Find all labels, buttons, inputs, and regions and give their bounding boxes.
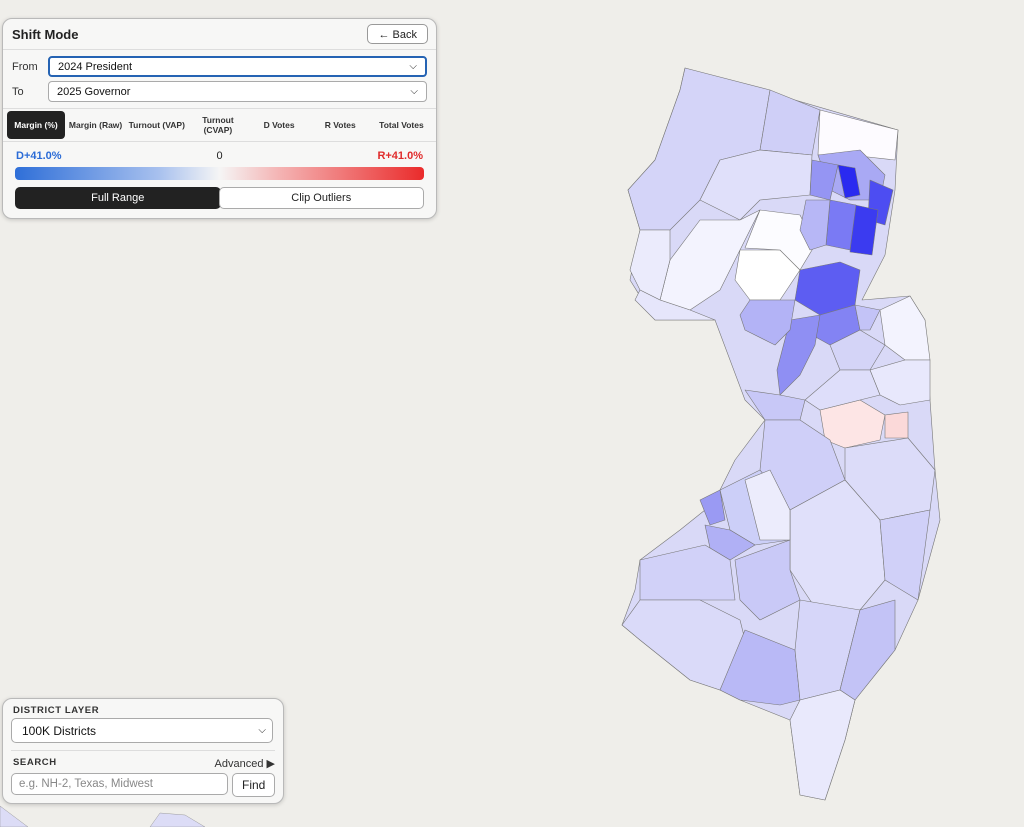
tab-turnout-cvap[interactable]: Turnout (CVAP) (187, 111, 248, 139)
legend-rep-label: R+41.0% (377, 150, 423, 162)
tab-margin-raw[interactable]: Margin (Raw) (65, 111, 126, 139)
to-row: To 2025 Governor ⌵ (3, 79, 436, 104)
tab-turnout-vap[interactable]: Turnout (VAP) (126, 111, 187, 139)
tab-r-votes[interactable]: R Votes (310, 111, 371, 139)
search-input[interactable]: e.g. NH-2, Texas, Midwest (11, 773, 229, 795)
to-select[interactable]: 2025 Governor ⌵ (48, 81, 427, 102)
chevron-down-icon: ⌵ (410, 86, 418, 97)
legend-labels: D+41.0% 0 R+41.0% (3, 150, 436, 162)
from-select-value: 2024 President (58, 60, 132, 73)
district-layer-select[interactable]: 100K Districts ⌵ (11, 718, 273, 743)
to-label: To (12, 85, 24, 98)
search-row: e.g. NH-2, Texas, Midwest Find (11, 773, 275, 797)
legend-dem-label: D+41.0% (16, 150, 62, 162)
tab-margin-pct[interactable]: Margin (%) (7, 111, 65, 139)
panel-title: Shift Mode (12, 26, 79, 42)
chevron-down-icon: ⌵ (409, 61, 417, 72)
clip-outliers-button[interactable]: Clip Outliers (218, 187, 424, 209)
back-button[interactable]: ← Back (367, 24, 428, 44)
range-buttons: Full Range Clip Outliers (15, 187, 424, 209)
tab-total-votes[interactable]: Total Votes (371, 111, 432, 139)
from-row: From 2024 President ⌵ (3, 54, 436, 79)
legend-zero-label: 0 (216, 150, 223, 162)
full-range-button[interactable]: Full Range (15, 187, 221, 209)
from-label: From (12, 60, 38, 73)
color-scale-bar (15, 167, 424, 180)
shift-mode-panel: Shift Mode ← Back From 2024 President ⌵ … (2, 18, 437, 219)
panel-header: Shift Mode ← Back (3, 19, 436, 50)
tab-d-votes[interactable]: D Votes (249, 111, 310, 139)
county-region (884, 411, 909, 439)
to-select-value: 2025 Governor (57, 85, 131, 98)
metric-tabs: Margin (%) Margin (Raw) Turnout (VAP) Tu… (3, 108, 436, 142)
advanced-toggle[interactable]: Advanced ▶ (215, 757, 275, 770)
search-title: SEARCH (13, 757, 57, 768)
divider (11, 750, 275, 751)
district-layer-panel: DISTRICT LAYER 100K Districts ⌵ SEARCH A… (2, 698, 284, 804)
district-layer-value: 100K Districts (22, 723, 97, 738)
find-button[interactable]: Find (232, 773, 275, 797)
district-layer-title: DISTRICT LAYER (13, 705, 100, 716)
chevron-down-icon: ⌵ (258, 725, 266, 736)
from-select[interactable]: 2024 President ⌵ (48, 56, 427, 77)
